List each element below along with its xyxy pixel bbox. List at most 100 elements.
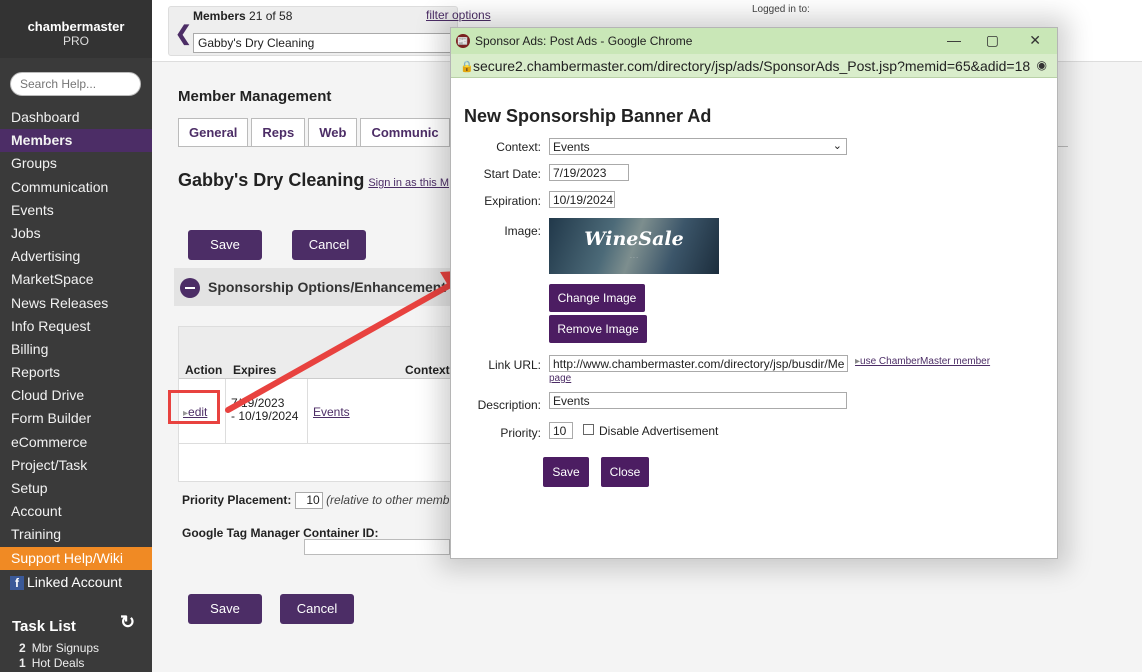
banner-image-subtext: · · · [630,255,638,261]
sidebar-item-advertising[interactable]: Advertising [0,245,152,268]
description-label: Description: [477,398,541,412]
sidebar-item-project-task[interactable]: Project/Task [0,454,152,477]
priority-placement: Priority Placement: 10 (relative to othe… [182,492,449,509]
minimize-icon[interactable]: — [947,32,961,48]
sidebar-item-groups[interactable]: Groups [0,152,152,175]
sidebar-item-cloud-drive[interactable]: Cloud Drive [0,384,152,407]
remove-image-button[interactable]: Remove Image [549,315,647,343]
highlight-box [168,390,220,424]
banner-image-text: WineSale [584,228,684,250]
sidebar-nav: Dashboard Members Groups Communication E… [0,106,152,570]
member-select[interactable]: Gabby's Dry Cleaning [193,33,453,53]
member-title: Gabby's Dry Cleaning Sign in as this M [178,170,450,190]
section-title: Sponsorship Options/Enhancement [208,279,447,295]
priority-input[interactable]: 10 [294,492,323,509]
save-button-bottom[interactable]: Save [188,594,262,624]
sidebar-item-news-releases[interactable]: News Releases [0,292,152,315]
cancel-button-bottom[interactable]: Cancel [280,594,354,624]
facebook-icon: f [10,576,24,590]
popup-close-button[interactable]: Close [601,457,649,487]
window-title: Sponsor Ads: Post Ads - Google Chrome [475,34,693,48]
logo[interactable]: chambermaster PRO [0,0,152,58]
close-icon[interactable]: ✕ [1029,32,1041,49]
sidebar-item-marketspace[interactable]: MarketSpace [0,268,152,291]
sidebar-item-setup[interactable]: Setup [0,477,152,500]
sidebar-item-ecommerce[interactable]: eCommerce [0,431,152,454]
window-titlebar[interactable]: 📰 Sponsor Ads: Post Ads - Google Chrome … [451,28,1057,54]
sidebar-item-reports[interactable]: Reports [0,361,152,384]
sidebar-item-dashboard[interactable]: Dashboard [0,106,152,129]
filter-options-link[interactable]: filter options [426,8,491,22]
expiration-input[interactable]: 10/19/2024 [549,191,615,208]
image-label: Image: [504,224,541,238]
sidebar-item-training[interactable]: Training [0,523,152,546]
sponsorship-section-header[interactable]: Sponsorship Options/Enhancement [174,268,464,306]
app-icon: 📰 [456,34,470,48]
change-image-button[interactable]: Change Image [549,284,645,312]
use-member-page-link[interactable]: use ChamberMaster member [855,356,990,367]
gtm-input[interactable] [304,539,450,555]
sponsorship-table: Action Expires Context edit 7/19/2023- 1… [178,326,468,482]
task-item[interactable]: 2 Mbr Signups [19,641,99,656]
tabs: General Reps Web Communic [178,118,453,146]
save-button[interactable]: Save [188,230,262,260]
sidebar-item-communication[interactable]: Communication [0,176,152,199]
context-label: Context: [496,140,541,154]
task-item[interactable]: 1 Hot Deals [19,656,99,671]
task-label: Hot Deals [31,656,85,670]
url-text[interactable]: secure2.chambermaster.com/directory/jsp/… [473,58,1030,74]
gtm-label: Google Tag Manager Container ID: [182,526,379,540]
task-count: 1 [19,656,26,670]
priority-note: (relative to other memb [326,493,450,507]
page-link[interactable]: page [549,373,571,384]
popup-heading: New Sponsorship Banner Ad [464,106,712,126]
priority-input[interactable]: 10 [549,422,573,439]
help-search-input[interactable] [10,72,141,96]
link-url-input[interactable]: http://www.chambermaster.com/directory/j… [549,355,848,372]
column-header-expires: Expires [233,363,277,377]
cancel-button[interactable]: Cancel [292,230,366,260]
popup-save-button[interactable]: Save [543,457,589,487]
tab-general[interactable]: General [178,118,249,146]
start-date-label: Start Date: [483,167,541,181]
banner-image: WineSale · · · [549,218,719,274]
sidebar-item-info-request[interactable]: Info Request [0,315,152,338]
sidebar-item-support-help[interactable]: Support Help/Wiki [0,546,152,570]
column-divider [225,379,226,443]
logo-line2: PRO [62,34,89,48]
eye-icon[interactable]: ◉ [1037,58,1047,72]
disable-advertisement-checkbox[interactable] [583,424,594,435]
tab-reps[interactable]: Reps [251,118,306,146]
start-date-input[interactable]: 7/19/2023 [549,164,629,181]
chevron-left-icon[interactable]: ❮ [175,24,192,44]
sidebar-item-account[interactable]: Account [0,500,152,523]
refresh-icon[interactable]: ↻ [120,612,135,633]
linked-account-link[interactable]: f Linked Account [10,574,122,590]
linked-account-label: Linked Account [27,574,122,590]
member-navigator: Members 21 of 58 ❮ Gabby's Dry Cleaning [168,6,458,56]
disable-advertisement-label: Disable Advertisement [599,424,719,438]
maximize-icon[interactable]: ▢ [986,32,999,49]
sidebar-item-events[interactable]: Events [0,199,152,222]
sidebar-item-jobs[interactable]: Jobs [0,222,152,245]
context-select[interactable]: Events ⌄ [549,138,847,155]
sidebar-item-members[interactable]: Members [0,129,152,153]
collapse-icon[interactable] [180,278,200,298]
link-url-label: Link URL: [488,358,541,372]
description-input[interactable]: Events [549,392,847,409]
sidebar-item-billing[interactable]: Billing [0,338,152,361]
table-cell-context[interactable]: Events [313,405,350,419]
row-divider [179,443,467,444]
address-bar[interactable]: 🔒 secure2.chambermaster.com/directory/js… [451,54,1057,78]
tab-communication[interactable]: Communic [360,118,450,146]
chevron-down-icon: ⌄ [832,140,842,152]
column-header-action: Action [185,363,223,377]
table-cell-expires: 7/19/2023- 10/19/2024 [231,396,299,423]
sidebar-item-form-builder[interactable]: Form Builder [0,407,152,430]
task-label: Mbr Signups [31,641,100,655]
expiration-label: Expiration: [484,194,541,208]
sign-in-link[interactable]: Sign in as this M [368,177,449,189]
page-heading: Member Management [178,88,332,105]
tab-web[interactable]: Web [308,118,358,146]
member-count: Members 21 of 58 [193,9,293,23]
